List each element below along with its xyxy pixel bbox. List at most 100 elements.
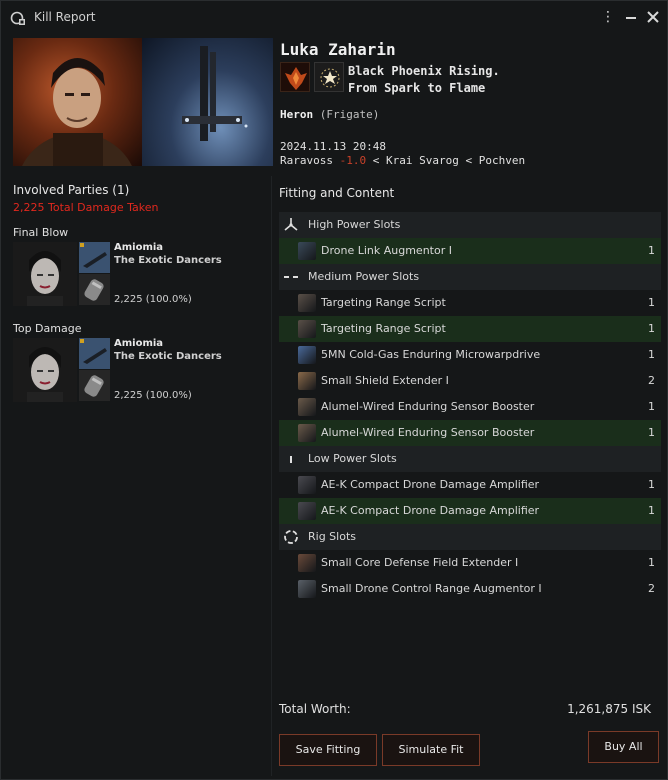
top-damage-label: Top Damage — [13, 322, 82, 335]
sensor-booster-icon[interactable] — [298, 424, 316, 442]
top-damage-weapon-icon[interactable] — [79, 370, 110, 401]
fitting-item-quantity: 1 — [648, 296, 655, 309]
fitting-header: Fitting and Content — [279, 186, 395, 200]
ship-name[interactable]: Heron — [280, 108, 313, 121]
alliance-logo-icon[interactable] — [314, 62, 344, 92]
total-worth-value: 1,261,875 ISK — [567, 702, 651, 716]
script-icon[interactable] — [298, 320, 316, 338]
save-fitting-button[interactable]: Save Fitting — [279, 734, 377, 766]
slot-group-label: High Power Slots — [308, 218, 401, 231]
fitting-item-name[interactable]: Small Drone Control Range Augmentor I — [321, 582, 542, 595]
victim-portrait[interactable] — [13, 38, 142, 166]
drone-damage-amplifier-icon[interactable] — [298, 502, 316, 520]
simulate-fit-button[interactable]: Simulate Fit — [382, 734, 480, 766]
high-power-slots-header[interactable]: High Power Slots — [279, 212, 661, 238]
fitting-item-name[interactable]: AE-K Compact Drone Damage Amplifier — [321, 478, 539, 491]
fitting-item-quantity: 1 — [648, 556, 655, 569]
involved-parties-header: Involved Parties (1) — [13, 183, 130, 197]
constellation-link[interactable]: Krai Svarog — [386, 154, 459, 167]
location-line: Raravoss -1.0 < Krai Svarog < Pochven — [280, 154, 525, 167]
fitting-item-quantity: 1 — [648, 348, 655, 361]
total-damage-taken: 2,225 Total Damage Taken — [13, 201, 159, 214]
alliance-name[interactable]: From Spark to Flame — [348, 81, 485, 95]
corporation-name[interactable]: Black Phoenix Rising. — [348, 64, 500, 78]
fitting-item-quantity: 1 — [648, 478, 655, 491]
fitting-item-name[interactable]: AE-K Compact Drone Damage Amplifier — [321, 504, 539, 517]
top-damage-damage: 2,225 (100.0%) — [114, 390, 192, 401]
final-blow-attacker-portrait[interactable] — [13, 242, 77, 306]
location-separator: < — [465, 154, 473, 167]
ship-class: (Frigate) — [319, 108, 380, 121]
fitting-item-row[interactable]: Small Core Defense Field Extender I 1 — [279, 550, 661, 576]
final-blow-weapon-icon[interactable] — [79, 274, 110, 305]
minimize-icon[interactable] — [623, 9, 639, 25]
title-bar[interactable]: Kill Report ⋮ — [1, 1, 667, 35]
fitting-item-quantity: 1 — [648, 322, 655, 335]
sensor-booster-icon[interactable] — [298, 398, 316, 416]
top-damage-ship-icon[interactable] — [79, 338, 110, 369]
rig-shield-icon[interactable] — [298, 554, 316, 572]
solar-system-link[interactable]: Raravoss — [280, 154, 333, 167]
corporation-logo-icon[interactable] — [280, 62, 310, 92]
fitting-item-name[interactable]: Alumel-Wired Enduring Sensor Booster — [321, 400, 534, 413]
fitting-item-quantity: 1 — [648, 426, 655, 439]
low-power-slots-header[interactable]: Low Power Slots — [279, 446, 661, 472]
victim-name[interactable]: Luka Zaharin — [280, 40, 396, 59]
kill-datetime: 2024.11.13 20:48 — [280, 140, 386, 153]
drone-damage-amplifier-icon[interactable] — [298, 476, 316, 494]
fitting-list: High Power Slots Drone Link Augmentor I 1 M… — [279, 212, 661, 602]
final-blow-label: Final Blow — [13, 226, 69, 239]
fitting-item-name[interactable]: Alumel-Wired Enduring Sensor Booster — [321, 426, 534, 439]
fitting-item-row[interactable]: AE-K Compact Drone Damage Amplifier 1 — [279, 498, 661, 524]
security-status: -1.0 — [339, 154, 367, 167]
fitting-item-name[interactable]: Drone Link Augmentor I — [321, 244, 452, 257]
high-slot-icon — [283, 217, 299, 233]
microwarpdrive-icon[interactable] — [298, 346, 316, 364]
more-options-icon[interactable]: ⋮ — [600, 9, 616, 25]
fitting-item-row[interactable]: Small Drone Control Range Augmentor I 2 — [279, 576, 661, 602]
fitting-item-row[interactable]: Small Shield Extender I 2 — [279, 368, 661, 394]
fitting-item-name[interactable]: 5MN Cold-Gas Enduring Microwarpdrive — [321, 348, 540, 361]
drone-link-icon[interactable] — [298, 242, 316, 260]
final-blow-attacker-name[interactable]: Amiomia — [114, 242, 163, 253]
rig-drone-icon[interactable] — [298, 580, 316, 598]
fitting-item-name[interactable]: Small Core Defense Field Extender I — [321, 556, 518, 569]
fitting-item-name[interactable]: Targeting Range Script — [321, 322, 446, 335]
medium-power-slots-header[interactable]: Medium Power Slots — [279, 264, 661, 290]
window-title: Kill Report — [34, 10, 96, 24]
medium-slot-icon — [283, 269, 299, 285]
low-slot-icon — [283, 451, 299, 467]
fitting-item-quantity: 2 — [648, 374, 655, 387]
close-icon[interactable] — [645, 9, 661, 25]
fitting-item-row[interactable]: Targeting Range Script 1 — [279, 316, 661, 342]
top-damage-attacker-corp[interactable]: The Exotic Dancers — [114, 351, 222, 362]
fitting-item-row[interactable]: 5MN Cold-Gas Enduring Microwarpdrive 1 — [279, 342, 661, 368]
fitting-item-row[interactable]: Alumel-Wired Enduring Sensor Booster 1 — [279, 394, 661, 420]
fitting-item-name[interactable]: Targeting Range Script — [321, 296, 446, 309]
fitting-item-row[interactable]: Alumel-Wired Enduring Sensor Booster 1 — [279, 420, 661, 446]
fitting-item-row[interactable]: AE-K Compact Drone Damage Amplifier 1 — [279, 472, 661, 498]
final-blow-damage: 2,225 (100.0%) — [114, 294, 192, 305]
total-worth-label: Total Worth: — [279, 702, 351, 716]
rig-slots-header[interactable]: Rig Slots — [279, 524, 661, 550]
rig-slot-icon — [283, 529, 299, 545]
buy-all-button[interactable]: Buy All — [588, 731, 659, 763]
top-damage-attacker-name[interactable]: Amiomia — [114, 338, 163, 349]
final-blow-ship-icon[interactable] — [79, 242, 110, 273]
fitting-item-quantity: 2 — [648, 582, 655, 595]
script-icon[interactable] — [298, 294, 316, 312]
fitting-item-quantity: 1 — [648, 244, 655, 257]
kill-report-icon — [10, 11, 25, 25]
region-link[interactable]: Pochven — [479, 154, 525, 167]
slot-group-label: Medium Power Slots — [308, 270, 420, 283]
shield-extender-icon[interactable] — [298, 372, 316, 390]
ship-type-line: Heron (Frigate) — [280, 108, 379, 121]
fitting-item-row[interactable]: Targeting Range Script 1 — [279, 290, 661, 316]
fitting-item-name[interactable]: Small Shield Extender I — [321, 374, 449, 387]
victim-ship-render[interactable] — [142, 38, 273, 166]
fitting-item-row[interactable]: Drone Link Augmentor I 1 — [279, 238, 661, 264]
location-separator: < — [372, 154, 380, 167]
final-blow-attacker-corp[interactable]: The Exotic Dancers — [114, 255, 222, 266]
panel-divider — [271, 176, 272, 776]
top-damage-attacker-portrait[interactable] — [13, 338, 77, 402]
